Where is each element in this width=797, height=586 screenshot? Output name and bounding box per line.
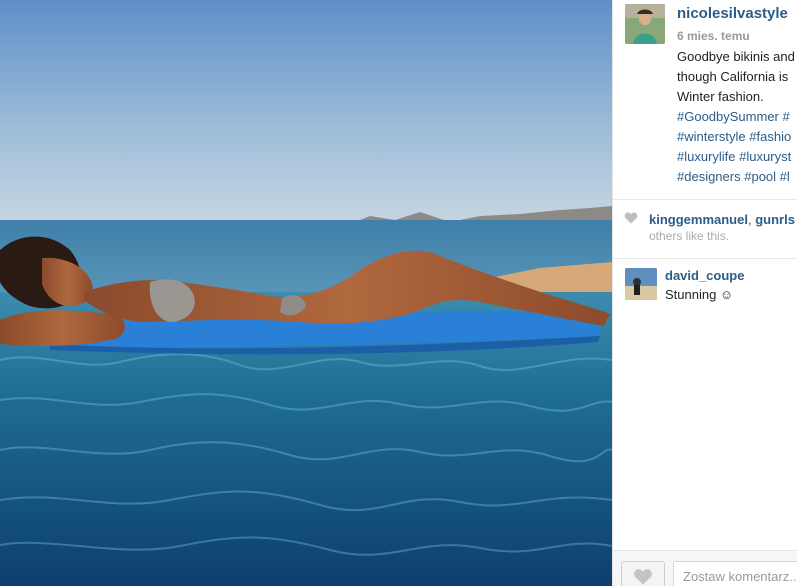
post-timestamp[interactable]: 6 mies. temu [677,29,750,43]
comment-input[interactable] [673,561,797,586]
caption-line: though California is [677,69,789,84]
hashtag-link[interactable]: #luxurylife [677,149,736,164]
commenter-avatar[interactable] [625,268,657,300]
hashtag-link[interactable]: #designers [677,169,741,184]
post-photo[interactable] [0,0,612,586]
author-avatar[interactable] [625,4,665,44]
hashtag-line: #luxurylife #luxuryst [677,147,797,167]
comment-text: Stunning ☺ [665,287,734,302]
hashtag-line: #winterstyle #fashio [677,127,797,147]
like-user-link[interactable]: kinggemmanuel [649,212,748,227]
hashtag-link[interactable]: #luxuryst [739,149,791,164]
hashtag-link[interactable]: #l [780,169,790,184]
post-caption: Goodbye bikinis and though California is… [677,47,797,187]
comment-username[interactable]: david_coupe [665,268,744,283]
hashtag-link[interactable]: #GoodbySummer [677,109,779,124]
heart-icon [634,569,652,585]
caption-line: Goodbye bikinis and [677,49,795,64]
likes-separator: , [747,212,752,227]
caption-line: Winter fashion. [677,89,764,104]
hashtag-link[interactable]: #pool [744,169,776,184]
like-user-link[interactable]: gunrls [755,212,795,227]
avatar-image [625,268,657,300]
likes-list: kinggemmanuel, gunrls [649,212,795,227]
hashtag-link[interactable]: #winterstyle [677,129,746,144]
photo-image [0,0,612,586]
divider [613,258,797,259]
heart-icon [624,212,638,224]
post-sidebar: nicolesilvastyle 6 mies. temu Goodbye bi… [612,0,797,586]
author-username[interactable]: nicolesilvastyle [677,5,788,22]
divider [613,199,797,200]
likes-others-text[interactable]: others like this. [649,229,729,243]
like-button[interactable] [621,561,665,586]
hashtag-line: #GoodbySummer # [677,107,797,127]
hashtag-line: #designers #pool #l [677,167,797,187]
hashtag-link[interactable]: #fashio [749,129,791,144]
hashtag-link[interactable]: # [783,109,790,124]
avatar-image [625,4,665,44]
